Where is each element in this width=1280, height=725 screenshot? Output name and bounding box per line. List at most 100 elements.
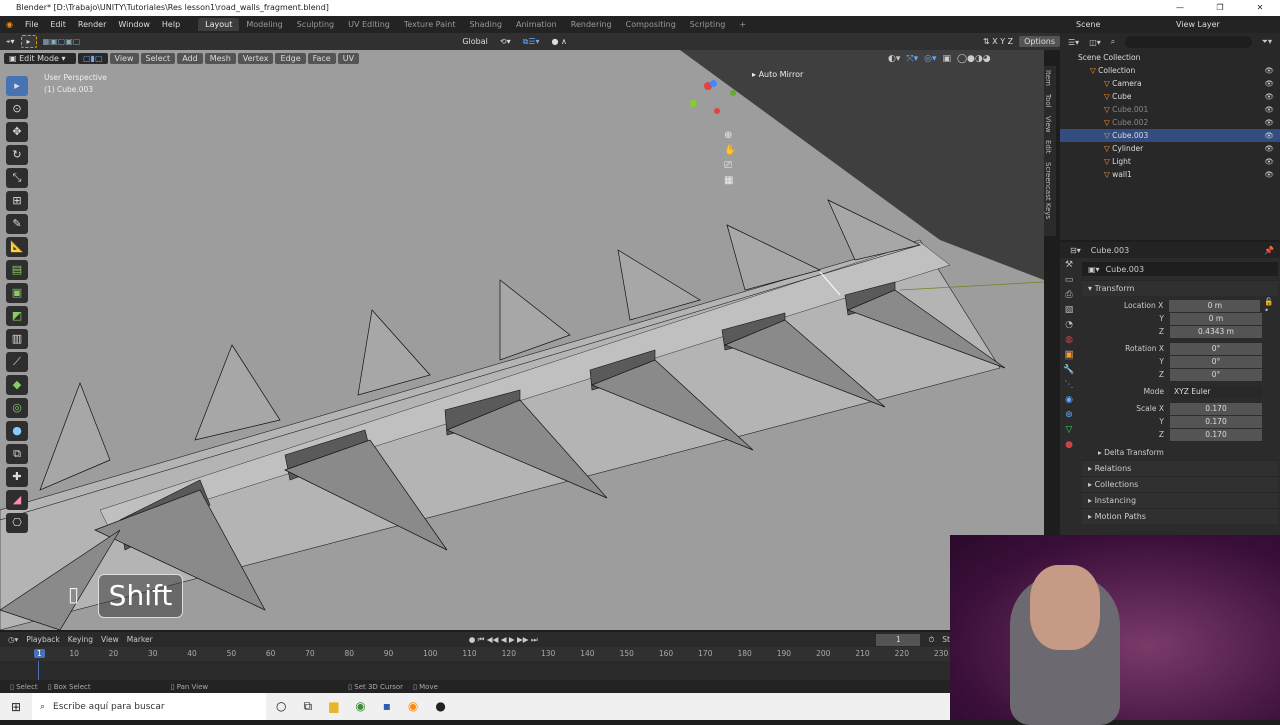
physics-tab-icon[interactable]: ◉ [1065, 395, 1073, 405]
scene-tab-icon[interactable]: ◔ [1065, 320, 1073, 330]
visibility-eye-icon[interactable]: 👁 [1264, 90, 1274, 103]
rotation-y-field[interactable]: 0° [1170, 355, 1262, 368]
edge-slide-tool-icon[interactable]: ⧉ [6, 444, 28, 464]
navigation-gizmo[interactable] [690, 78, 740, 118]
search-input[interactable] [1125, 36, 1252, 48]
rotation-mode-dropdown[interactable]: XYZ Euler [1170, 385, 1262, 398]
visibility-eye-icon[interactable]: 👁 [1264, 64, 1274, 77]
visibility-eye-icon[interactable]: 👁 [1264, 129, 1274, 142]
file-explorer-icon[interactable]: ▆ [329, 699, 338, 714]
relations-panel[interactable]: ▸ Relations [1082, 460, 1278, 476]
modifier-tab-icon[interactable]: 🔧 [1063, 365, 1074, 375]
scale-x-field[interactable]: 0.170 [1170, 402, 1262, 415]
tool-tab-icon[interactable]: ⚒ [1065, 260, 1073, 270]
cursor-tool-icon[interactable]: ⊙ [6, 99, 28, 119]
pin-icon[interactable]: 📌 [1264, 246, 1280, 255]
tab-screencast-keys[interactable]: Screencast Keys [1044, 158, 1052, 223]
blender-taskbar-icon[interactable]: ◉ [408, 699, 418, 714]
output-tab-icon[interactable]: ⎙ [1065, 290, 1072, 300]
maximize-button[interactable]: ❐ [1200, 0, 1240, 16]
poly-build-tool-icon[interactable]: ◆ [6, 375, 28, 395]
shear-tool-icon[interactable]: ◢ [6, 490, 28, 510]
tab-item[interactable]: Item [1044, 66, 1052, 90]
tab-rendering[interactable]: Rendering [564, 18, 619, 31]
select-box-tool-icon[interactable]: ▸ [6, 76, 28, 96]
visibility-eye-icon[interactable]: 👁 [1264, 103, 1274, 116]
task-view-icon[interactable]: ⧉ [303, 699, 312, 714]
menu-help[interactable]: Help [156, 20, 186, 29]
visibility-eye-icon[interactable]: 👁 [1264, 168, 1274, 181]
chrome-icon[interactable]: ◉ [355, 699, 365, 714]
visibility-eye-icon[interactable]: 👁 [1264, 155, 1274, 168]
tab-animation[interactable]: Animation [509, 18, 564, 31]
menu-face[interactable]: Face [307, 52, 336, 64]
outliner-item[interactable]: ▽ wall1 👁 [1060, 168, 1280, 181]
menu-marker[interactable]: Marker [127, 635, 153, 644]
perspective-grid-icon[interactable]: ▦ [724, 175, 736, 186]
instancing-panel[interactable]: ▸ Instancing [1082, 492, 1278, 508]
editor-type-icon[interactable]: ☰▾ [1068, 38, 1079, 47]
zoom-icon[interactable]: ⊕ [724, 130, 736, 141]
taskbar-search[interactable]: ⌕ Escribe aquí para buscar [32, 693, 266, 720]
outliner-scene-collection[interactable]: Scene Collection [1060, 51, 1280, 64]
3d-viewport[interactable]: User Perspective (1) Cube.003 ▸ Auto Mir… [0, 50, 1044, 630]
frame-ruler[interactable]: 1 10 20 30 40 50 60 70 80 90 100 110 120 130 140 150 160… [0, 647, 950, 661]
view-layer-selector[interactable]: View Layer [1170, 20, 1280, 29]
scale-z-field[interactable]: 0.170 [1170, 428, 1262, 441]
extrude-tool-icon[interactable]: ▤ [6, 260, 28, 280]
location-x-field[interactable]: 0 m [1169, 299, 1261, 312]
tab-tool[interactable]: Tool [1044, 90, 1052, 112]
outliner-item[interactable]: ▽ Cylinder 👁 [1060, 142, 1280, 155]
menu-playback[interactable]: Playback [26, 635, 59, 644]
loop-cut-tool-icon[interactable]: ▥ [6, 329, 28, 349]
menu-edge[interactable]: Edge [275, 52, 306, 64]
location-y-field[interactable]: 0 m [1170, 312, 1262, 325]
menu-vertex[interactable]: Vertex [237, 52, 274, 64]
spin-tool-icon[interactable]: ◎ [6, 398, 28, 418]
snap-icon[interactable]: ⧉☰▾ [517, 37, 546, 47]
auto-mirror-panel[interactable]: ▸ Auto Mirror [752, 70, 803, 79]
add-workspace-button[interactable]: + [732, 18, 753, 31]
tab-view[interactable]: View [1044, 112, 1052, 137]
material-tab-icon[interactable]: ● [1065, 440, 1073, 450]
outliner-item[interactable]: ▽ Camera 👁 [1060, 77, 1280, 90]
tab-texture-paint[interactable]: Texture Paint [397, 18, 463, 31]
particles-tab-icon[interactable]: ⋱ [1065, 380, 1074, 390]
mode-dropdown[interactable]: ▣ Edit Mode ▾ [4, 52, 76, 64]
tab-scripting[interactable]: Scripting [683, 18, 733, 31]
select-tool-icon[interactable]: ▸ [20, 35, 37, 48]
scale-y-field[interactable]: 0.170 [1170, 415, 1262, 428]
close-button[interactable]: ✕ [1240, 0, 1280, 16]
tab-uv-editing[interactable]: UV Editing [341, 18, 397, 31]
minimize-button[interactable]: — [1160, 0, 1200, 16]
search-icon[interactable]: ⌕ [1111, 37, 1115, 47]
annotate-tool-icon[interactable]: ✎ [6, 214, 28, 234]
rip-tool-icon[interactable]: ⎔ [6, 513, 28, 533]
blender-logo-icon[interactable]: ◉ [0, 20, 19, 29]
outliner-item[interactable]: ▽ Cube.001 👁 [1060, 103, 1280, 116]
start-frame-label[interactable]: St [942, 635, 950, 644]
object-name-field[interactable]: ▣▾ Cube.003 [1082, 262, 1278, 276]
tab-sculpting[interactable]: Sculpting [290, 18, 341, 31]
rotation-z-field[interactable]: 0° [1170, 368, 1262, 381]
display-mode-icon[interactable]: ◫▾ [1089, 38, 1101, 47]
bevel-tool-icon[interactable]: ◩ [6, 306, 28, 326]
tab-compositing[interactable]: Compositing [619, 18, 683, 31]
object-tab-icon[interactable]: ▣ [1064, 350, 1074, 360]
editor-type-icon[interactable]: ⊟▾ [1070, 246, 1081, 255]
motion-paths-panel[interactable]: ▸ Motion Paths [1082, 508, 1278, 524]
filter-icon[interactable]: ⏷▾ [1262, 37, 1272, 47]
data-tab-icon[interactable]: ▽ [1066, 425, 1073, 435]
visibility-eye-icon[interactable]: 👁 [1264, 142, 1274, 155]
tab-layout[interactable]: Layout [198, 18, 240, 31]
visibility-eye-icon[interactable]: 👁 [1264, 116, 1274, 129]
outliner-item[interactable]: ▽ Light 👁 [1060, 155, 1280, 168]
collections-panel[interactable]: ▸ Collections [1082, 476, 1278, 492]
visibility-eye-icon[interactable]: 👁 [1264, 77, 1274, 90]
constraints-tab-icon[interactable]: ⊛ [1065, 410, 1073, 420]
outliner-item[interactable]: ▽ Collection 👁 [1060, 64, 1280, 77]
menu-view[interactable]: View [109, 52, 139, 64]
tab-modeling[interactable]: Modeling [239, 18, 289, 31]
outliner-item[interactable]: ▽ Cube 👁 [1060, 90, 1280, 103]
location-z-field[interactable]: 0.4343 m [1170, 325, 1262, 338]
